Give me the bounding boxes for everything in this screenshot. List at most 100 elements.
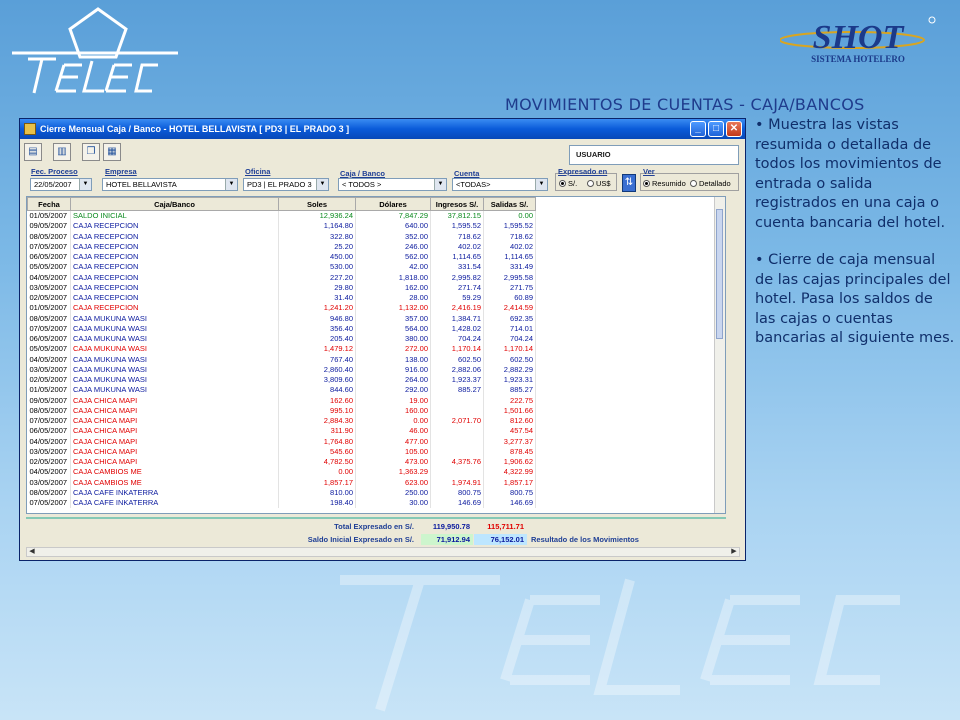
column-header-dolares[interactable]: Dólares (355, 197, 431, 211)
table-row[interactable]: 07/05/2007 CAJA RECEPCION 25.20 246.00 402.0… (27, 241, 536, 252)
column-header-soles[interactable]: Soles (278, 197, 356, 211)
table-row[interactable]: 03/05/2007 CAJA CHICA MAPI 545.60 105.00 878… (27, 446, 536, 457)
movements-grid[interactable]: Fecha Caja/Banco Soles Dólares Ingresos … (26, 196, 726, 514)
close-month-button[interactable]: ▦ (103, 143, 121, 161)
table-row[interactable]: 09/05/2007 CAJA RECEPCION 1,164.80 640.00 1,… (27, 221, 536, 232)
cell-ingresos: 718.62 (430, 231, 484, 242)
table-row[interactable]: 04/05/2007 CAJA CAMBIOS ME 0.00 1,363.29 4,3… (27, 467, 536, 478)
vertical-scrollbar[interactable] (714, 197, 725, 513)
cell-soles: 227.20 (278, 272, 356, 283)
scroll-right-icon[interactable]: ▶ (729, 548, 739, 556)
scrollbar-thumb[interactable] (716, 209, 723, 339)
table-row[interactable]: 08/05/2007 CAJA CHICA MAPI 995.10 160.00 1,5… (27, 405, 536, 416)
expresado-soles-radio[interactable]: S/. (559, 179, 577, 188)
cell-salidas: 146.69 (483, 498, 536, 509)
minimize-button[interactable]: _ (690, 121, 706, 137)
table-row[interactable]: 01/05/2007 SALDO INICIAL 12,936.24 7,847.29… (27, 210, 536, 222)
table-row[interactable]: 05/05/2007 CAJA RECEPCION 530.00 42.00 331.5… (27, 262, 536, 273)
table-row[interactable]: 06/05/2007 CAJA RECEPCION 450.00 562.00 1,11… (27, 252, 536, 263)
caja-select[interactable]: < TODOS > ▼ (338, 178, 447, 191)
saldo-soles: 71,912.94 (421, 534, 473, 545)
fec-proceso-field[interactable]: 22/05/2007 ▼ (30, 178, 92, 191)
cell-fecha: 07/05/2007 (27, 416, 71, 427)
table-row[interactable]: 03/05/2007 CAJA RECEPCION 29.80 162.00 271.7… (27, 282, 536, 293)
table-row[interactable]: 07/05/2007 CAJA CAFE INKATERRA 198.40 30.00… (27, 498, 536, 509)
column-header-caja[interactable]: Caja/Banco (70, 197, 279, 211)
oficina-select[interactable]: PD3 | EL PRADO 3 ▼ (243, 178, 329, 191)
chevron-down-icon[interactable]: ▼ (316, 179, 328, 190)
table-row[interactable]: 03/05/2007 CAJA CAMBIOS ME 1,857.17 623.00 1… (27, 477, 536, 488)
scroll-left-icon[interactable]: ◀ (27, 548, 37, 556)
table-row[interactable]: 06/05/2007 CAJA CHICA MAPI 311.90 46.00 457.… (27, 426, 536, 437)
table-row[interactable]: 04/05/2007 CAJA RECEPCION 227.20 1,818.00 2,… (27, 272, 536, 283)
cell-fecha: 01/05/2007 (27, 303, 71, 314)
cell-ingresos (430, 446, 484, 457)
cell-salidas: 1,114.65 (483, 252, 536, 263)
cell-soles: 12,936.24 (278, 210, 356, 222)
chevron-down-icon[interactable]: ▼ (535, 179, 547, 190)
window-titlebar[interactable]: Cierre Mensual Caja / Banco - HOTEL BELL… (20, 119, 745, 139)
cell-salidas: 222.75 (483, 395, 536, 406)
ver-detallado-radio[interactable]: Detallado (690, 179, 731, 188)
cell-ingresos: 1,595.52 (430, 221, 484, 232)
cell-fecha: 06/05/2007 (27, 334, 71, 345)
table-row[interactable]: 06/05/2007 CAJA MUKUNA WASI 205.40 380.00 70… (27, 334, 536, 345)
table-row[interactable]: 01/05/2007 CAJA RECEPCION 1,241.20 1,132.00… (27, 303, 536, 314)
cell-caja: CAJA MUKUNA WASI (70, 375, 279, 386)
table-row[interactable]: 04/05/2007 CAJA CHICA MAPI 1,764.80 477.00 3… (27, 436, 536, 447)
chevron-down-icon[interactable]: ▼ (79, 179, 91, 190)
chevron-down-icon[interactable]: ▼ (225, 179, 237, 190)
cell-dolares: 162.00 (355, 282, 431, 293)
cell-soles: 2,860.40 (278, 364, 356, 375)
column-header-salidas[interactable]: Salidas S/. (483, 197, 536, 211)
cell-salidas: 0.00 (483, 210, 536, 222)
copy-icon: ❐ (86, 146, 96, 157)
expresado-label: Expresado en (558, 167, 608, 176)
table-row[interactable]: 02/05/2007 CAJA RECEPCION 31.40 28.00 59.29 6… (27, 293, 536, 304)
cell-dolares: 357.00 (355, 313, 431, 324)
cell-soles: 1,764.80 (278, 436, 356, 447)
expresado-dolares-radio[interactable]: US$ (587, 179, 611, 188)
empresa-select[interactable]: HOTEL BELLAVISTA ▼ (102, 178, 238, 191)
chevron-down-icon[interactable]: ▼ (434, 179, 446, 190)
copy-button[interactable]: ❐ (82, 143, 100, 161)
cuenta-select[interactable]: <TODAS> ▼ (452, 178, 548, 191)
cell-salidas: 4,322.99 (483, 467, 536, 478)
table-row[interactable]: 01/05/2007 CAJA MUKUNA WASI 844.60 292.00 88… (27, 385, 536, 396)
close-button[interactable]: ✕ (726, 121, 742, 137)
shot-logo: SHOT SISTEMA HOTELERO (779, 12, 940, 68)
table-row[interactable]: 05/05/2007 CAJA MUKUNA WASI 1,479.12 272.00… (27, 344, 536, 355)
table-row[interactable]: 07/05/2007 CAJA MUKUNA WASI 356.40 564.00 1,… (27, 323, 536, 334)
bullet-item: • Muestra las vistas resumida o detallad… (755, 117, 946, 231)
horizontal-scrollbar[interactable]: ◀ ▶ (26, 547, 740, 557)
cell-dolares: 7,847.29 (355, 210, 431, 222)
cell-ingresos: 146.69 (430, 498, 484, 509)
table-row[interactable]: 04/05/2007 CAJA MUKUNA WASI 767.40 138.00 60… (27, 354, 536, 365)
sort-arrows-icon: ⇅ (624, 177, 634, 188)
print-button[interactable]: ▤ (24, 143, 42, 161)
cell-ingresos: 59.29 (430, 293, 484, 304)
maximize-button[interactable]: □ (708, 121, 724, 137)
column-header-fecha[interactable]: Fecha (27, 197, 71, 211)
cell-caja: CAJA MUKUNA WASI (70, 344, 279, 355)
table-row[interactable]: 08/05/2007 CAJA CAFE INKATERRA 810.00 250.0… (27, 487, 536, 498)
table-row[interactable]: 03/05/2007 CAJA MUKUNA WASI 2,860.40 916.00… (27, 364, 536, 375)
table-row[interactable]: 09/05/2007 CAJA CHICA MAPI 162.60 19.00 222.… (27, 395, 536, 406)
table-row[interactable]: 02/05/2007 CAJA CHICA MAPI 4,782.50 473.00 4… (27, 457, 536, 468)
cell-dolares: 562.00 (355, 252, 431, 263)
cell-fecha: 08/05/2007 (27, 313, 71, 324)
cell-fecha: 05/05/2007 (27, 262, 71, 273)
table-row[interactable]: 07/05/2007 CAJA CHICA MAPI 2,884.30 0.00 2,0… (27, 416, 536, 427)
ver-resumido-radio[interactable]: Resumido (643, 179, 686, 188)
caja-label: Caja / Banco (340, 169, 386, 178)
cell-caja: CAJA CHICA MAPI (70, 405, 279, 416)
table-row[interactable]: 08/05/2007 CAJA MUKUNA WASI 946.80 357.00 1,… (27, 313, 536, 324)
refresh-button[interactable]: ⇅ (622, 174, 636, 192)
cell-soles: 545.60 (278, 446, 356, 457)
cell-fecha: 06/05/2007 (27, 252, 71, 263)
cell-dolares: 0.00 (355, 416, 431, 427)
table-row[interactable]: 08/05/2007 CAJA RECEPCION 322.80 352.00 718.… (27, 231, 536, 242)
export-button[interactable]: ▥ (53, 143, 71, 161)
column-header-ingresos[interactable]: Ingresos S/. (430, 197, 484, 211)
table-row[interactable]: 02/05/2007 CAJA MUKUNA WASI 3,809.60 264.00… (27, 375, 536, 386)
